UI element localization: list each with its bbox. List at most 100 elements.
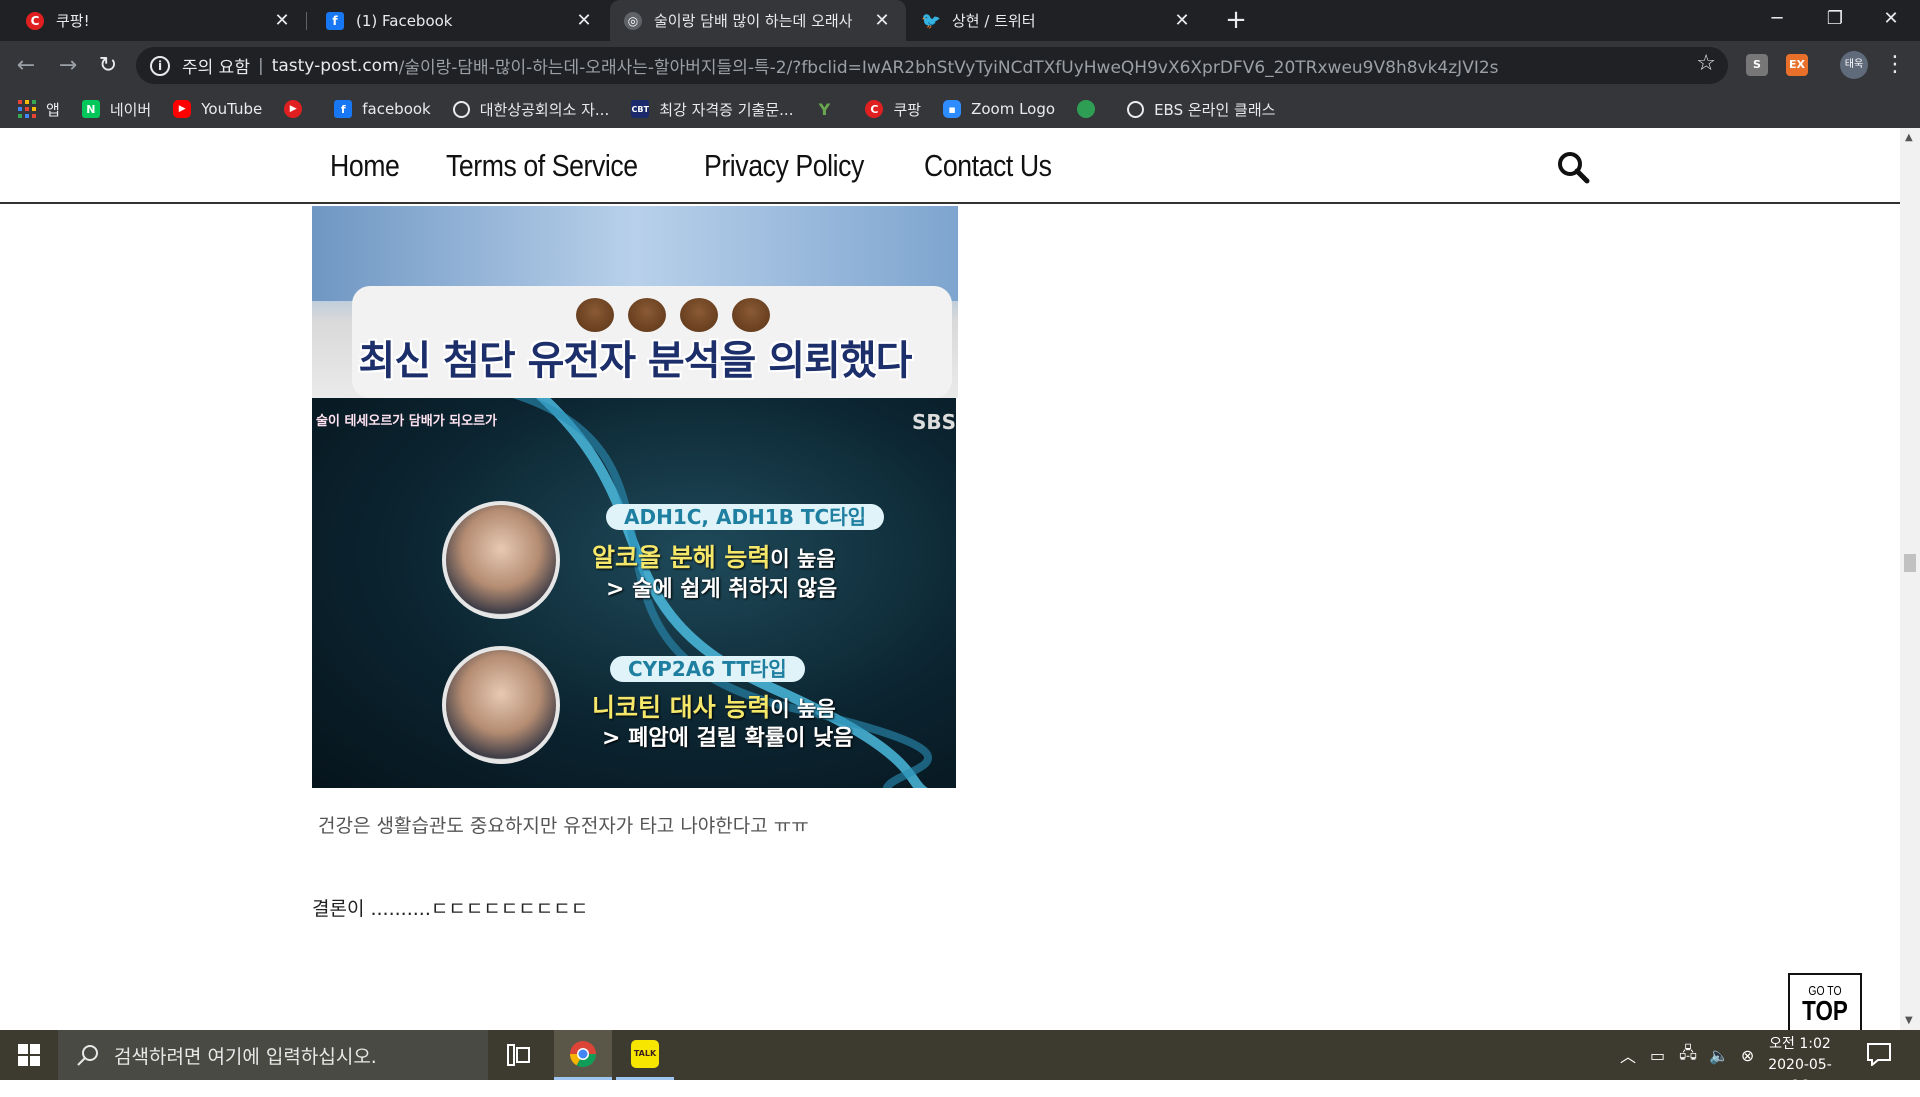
- go-to-top-button[interactable]: GO TO TOP: [1788, 973, 1862, 1030]
- input-error-icon[interactable]: ⊗: [1741, 1046, 1754, 1065]
- bookmark-korcham[interactable]: 대한상공회의소 자...: [452, 99, 610, 120]
- article-body-text: 건강은 생활습관도 중요하지만 유전자가 타고 나야한다고 ㅠㅠ: [318, 815, 809, 837]
- task-view-icon: [507, 1044, 530, 1066]
- bookmark-label: 네이버: [109, 100, 152, 119]
- forward-button[interactable]: →: [52, 50, 84, 82]
- tab-title: 상현 / 트위터: [952, 12, 1036, 30]
- tab-facebook[interactable]: f (1) Facebook ✕: [306, 0, 608, 41]
- globe-icon: ◎: [624, 11, 642, 30]
- twitter-icon: 🐦: [921, 11, 941, 30]
- nav-contact-us[interactable]: Contact Us: [924, 148, 1052, 184]
- close-icon[interactable]: ✕: [872, 10, 892, 31]
- windows-logo-icon: [18, 1044, 40, 1066]
- chrome-taskbar-button[interactable]: [554, 1030, 612, 1080]
- tab-strip: C 쿠팡! ✕ f (1) Facebook ✕ ◎ 술이랑 담배 많이 하는데…: [0, 0, 1920, 41]
- elder-portrait-1: [442, 501, 560, 619]
- bookmark-coupang[interactable]: C 쿠팡: [865, 99, 921, 120]
- reload-button[interactable]: ↻: [92, 50, 124, 82]
- taskbar-search-box[interactable]: 검색하려면 여기에 입력하십시오.: [58, 1030, 488, 1080]
- bookmark-label: Zoom Logo: [971, 100, 1056, 118]
- bookmark-facebook[interactable]: f facebook: [334, 100, 431, 118]
- tab-title: 쿠팡!: [56, 12, 90, 30]
- windows-taskbar: 검색하려면 여기에 입력하십시오. TALK ︿ ▭ 🖧 🔈 ⊗ 오전 1:02…: [0, 1030, 1920, 1094]
- chrome-icon: [569, 1040, 597, 1067]
- bookmark-zoom[interactable]: ▪ Zoom Logo: [943, 100, 1055, 118]
- article-image-dna: 술이 테세오르가 담배가 되오르가 SBS ADH1C, ADH1B TC타입 …: [312, 398, 956, 788]
- restore-button[interactable]: ❐: [1806, 0, 1864, 41]
- image-caption: 최신 첨단 유전자 분석을 의뢰했다: [358, 338, 913, 384]
- volume-icon[interactable]: 🔈: [1709, 1046, 1729, 1065]
- bookmark-apps[interactable]: 앱: [18, 99, 60, 120]
- tab-active-article[interactable]: ◎ 술이랑 담배 많이 하는데 오래사 ✕: [610, 0, 906, 41]
- address-bar[interactable]: i 주의 요함 | tasty-post.com /술이랑-담배-많이-하는데-…: [136, 47, 1728, 84]
- bookmark-ebs[interactable]: EBS 온라인 클래스: [1127, 99, 1275, 120]
- minimize-button[interactable]: ─: [1748, 0, 1806, 41]
- security-warning[interactable]: 주의 요함: [182, 53, 250, 78]
- cbt-icon: CBT: [631, 100, 650, 118]
- bookmark-y[interactable]: Y: [815, 99, 843, 119]
- chevron-up-icon[interactable]: ︿: [1620, 1043, 1636, 1067]
- taskbar-clock[interactable]: 오전 1:02 2020-05-16: [1760, 1034, 1840, 1097]
- tab-twitter[interactable]: 🐦 상현 / 트위터 ✕: [906, 0, 1206, 41]
- profile-avatar[interactable]: 태욱: [1840, 51, 1868, 79]
- bookmark-label: EBS 온라인 클래스: [1154, 100, 1276, 119]
- red-play-icon: ▶: [284, 100, 303, 118]
- kakaotalk-icon: TALK: [631, 1039, 659, 1068]
- bookmark-naver[interactable]: N 네이버: [81, 99, 152, 120]
- bookmark-label: 앱: [46, 100, 60, 119]
- show-logo: 술이 테세오르가 담배가 되오르가: [316, 414, 498, 429]
- browser-toolbar: ← → ↻ i 주의 요함 | tasty-post.com /술이랑-담배-많…: [0, 41, 1920, 90]
- bookmark-youtube[interactable]: ▶ YouTube: [173, 100, 262, 118]
- bookmarks-bar: 앱 N 네이버 ▶ YouTube ▶ f facebook 대한상공회의소 자…: [0, 90, 1920, 128]
- effect-line-2: > 폐암에 걸릴 확률이 낮음: [602, 726, 854, 751]
- extension-s-icon[interactable]: S: [1746, 54, 1768, 76]
- back-button[interactable]: ←: [10, 50, 42, 82]
- nav-terms-of-service[interactable]: Terms of Service: [446, 148, 638, 184]
- broadcaster-logo: SBS: [911, 410, 956, 434]
- start-button[interactable]: [0, 1030, 58, 1080]
- tab-coupang[interactable]: C 쿠팡! ✕: [0, 0, 306, 41]
- info-icon[interactable]: i: [150, 55, 170, 76]
- bookmark-green[interactable]: [1077, 100, 1105, 118]
- scrollbar-thumb[interactable]: [1904, 554, 1916, 572]
- menu-kebab-icon[interactable]: ⋮: [1884, 49, 1906, 81]
- tab-title: 술이랑 담배 많이 하는데 오래사: [654, 12, 853, 30]
- bookmark-label: 최강 자격증 기출문...: [659, 100, 794, 119]
- article-image-lab: 최신 첨단 유전자 분석을 의뢰했다: [312, 206, 958, 398]
- network-icon[interactable]: 🖧: [1679, 1042, 1697, 1069]
- close-icon[interactable]: ✕: [1172, 10, 1192, 31]
- web-page: Home Terms of Service Privacy Policy Con…: [0, 128, 1900, 1030]
- search-icon[interactable]: [1556, 150, 1590, 184]
- article-conclusion: 결론이 ..........ㄷㄷㄷㄷㄷㄷㄷㄷㄷ: [312, 898, 589, 920]
- nav-home[interactable]: Home: [330, 148, 400, 184]
- coupang-icon: C: [865, 100, 884, 118]
- bookmark-label: 대한상공회의소 자...: [479, 100, 610, 119]
- notification-icon[interactable]: [1866, 1042, 1892, 1066]
- apps-grid-icon: [18, 100, 36, 118]
- extension-ex-icon[interactable]: EX: [1786, 54, 1808, 76]
- globe-icon: [1127, 100, 1145, 118]
- youtube-icon: ▶: [173, 100, 192, 118]
- scroll-up-arrow-icon[interactable]: ▲: [1905, 132, 1913, 143]
- url-path: /술이랑-담배-많이-하는데-오래사는-할아버지들의-특-2/?fbclid=I…: [398, 58, 1499, 78]
- site-navigation: Home Terms of Service Privacy Policy Con…: [0, 128, 1900, 204]
- close-icon[interactable]: ✕: [272, 10, 292, 31]
- nav-privacy-policy[interactable]: Privacy Policy: [704, 148, 864, 184]
- kakaotalk-taskbar-button[interactable]: TALK: [616, 1030, 674, 1080]
- bookmark-star-icon[interactable]: ☆: [1696, 51, 1716, 76]
- bookmark-cbt[interactable]: CBT 최강 자격증 기출문...: [631, 99, 793, 120]
- window-close-button[interactable]: ✕: [1862, 0, 1920, 41]
- close-icon[interactable]: ✕: [574, 10, 594, 31]
- taskbar-search-placeholder: 검색하려면 여기에 입력하십시오.: [114, 1045, 377, 1068]
- bookmark-red-play[interactable]: ▶: [284, 100, 312, 118]
- scroll-down-arrow-icon[interactable]: ▼: [1905, 1015, 1913, 1026]
- search-icon: [77, 1045, 98, 1066]
- y-icon: Y: [818, 99, 831, 119]
- globe-icon: [452, 100, 470, 118]
- gene-type-label-1: ADH1C, ADH1B TC타입: [606, 504, 885, 530]
- task-view-button[interactable]: [490, 1030, 548, 1080]
- elder-portrait-2: [442, 646, 560, 764]
- battery-icon[interactable]: ▭: [1650, 1046, 1665, 1065]
- new-tab-button[interactable]: +: [1220, 4, 1252, 36]
- page-scrollbar[interactable]: ▲ ▼: [1900, 128, 1920, 1030]
